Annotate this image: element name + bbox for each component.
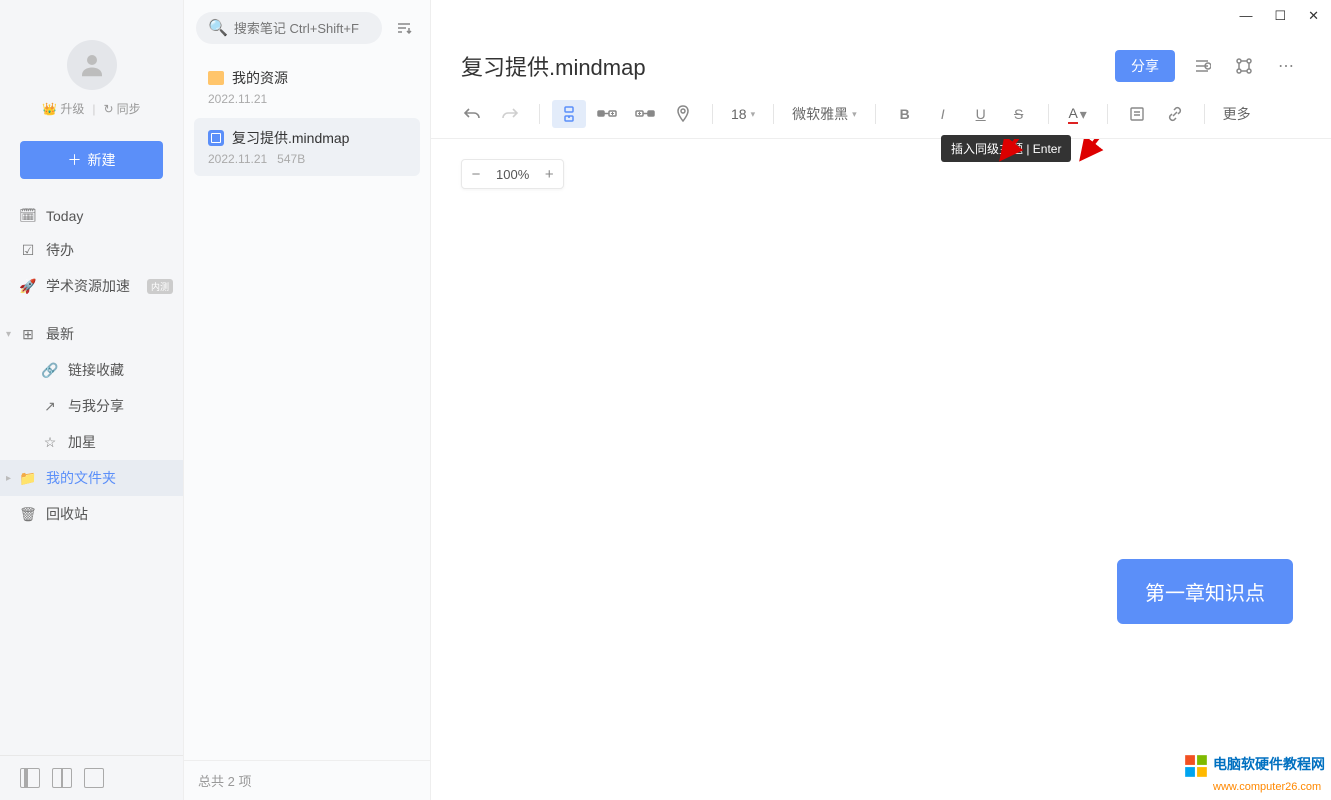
- note-button[interactable]: [1120, 100, 1154, 128]
- nav-starred[interactable]: ☆加星: [0, 424, 183, 460]
- undo-button[interactable]: [455, 100, 489, 128]
- nav-my-folder[interactable]: ▸📁我的文件夹: [0, 460, 183, 496]
- file-count: 总共 2 项: [184, 760, 430, 800]
- toolbar: 18▾ 微软雅黑▾ B I U S A▾ 更多 插入同级主题 | Enter: [431, 94, 1331, 139]
- annotation-arrow-2: [1071, 139, 1211, 169]
- main-area: — ☐ ✕ 复习提供.mindmap 分享 ⋯ 18▾ 微软雅黑▾ B I: [431, 0, 1331, 800]
- zoom-out-button[interactable]: −: [462, 160, 490, 188]
- zoom-level: 100%: [490, 167, 535, 182]
- layout-3-icon[interactable]: [84, 768, 104, 788]
- annotation-arrow-1: [991, 139, 1131, 169]
- trash-icon: 🗑: [20, 506, 36, 523]
- upgrade-link[interactable]: 👑 升级: [42, 100, 84, 117]
- search-icon: 🔍: [208, 18, 228, 38]
- nav-trash[interactable]: 🗑回收站: [0, 496, 183, 532]
- left-sidebar: 👑 升级 | ↻ 同步 ＋ 新建 🗓Today ☑待办 🚀学术资源加速内测 ▾⊞…: [0, 0, 184, 800]
- search-box[interactable]: 🔍: [196, 12, 382, 44]
- share-button[interactable]: 分享: [1115, 50, 1175, 82]
- folder-icon: [208, 71, 224, 85]
- file-item-mindmap[interactable]: 复习提供.mindmap 2022.11.21547B: [194, 118, 420, 176]
- calendar-icon: 🗓: [20, 207, 36, 224]
- nav-academic[interactable]: 🚀学术资源加速内测: [0, 268, 183, 304]
- nav-today[interactable]: 🗓Today: [0, 199, 183, 232]
- mindmap-icon: [208, 130, 224, 146]
- bold-button[interactable]: B: [888, 100, 922, 128]
- sort-button[interactable]: [390, 14, 418, 42]
- maximize-button[interactable]: ☐: [1274, 8, 1286, 24]
- close-button[interactable]: ✕: [1308, 8, 1319, 24]
- strike-button[interactable]: S: [1002, 100, 1036, 128]
- font-color-button[interactable]: A▾: [1061, 100, 1095, 128]
- marker-button[interactable]: [666, 100, 700, 128]
- sync-link[interactable]: ↻ 同步: [104, 100, 141, 117]
- insert-sibling-button[interactable]: [552, 100, 586, 128]
- file-list-panel: 🔍 我的资源 2022.11.21 复习提供.mindmap 2022.11.2…: [184, 0, 431, 800]
- link-icon: 🔗: [42, 362, 58, 379]
- file-item-folder[interactable]: 我的资源 2022.11.21: [194, 58, 420, 116]
- nav-links[interactable]: 🔗链接收藏: [0, 352, 183, 388]
- insert-parent-button[interactable]: [628, 100, 662, 128]
- plus-icon: ＋: [68, 150, 82, 170]
- chevron-down-icon: ▾: [6, 329, 11, 340]
- grid-icon: ⊞: [20, 326, 36, 343]
- outline-icon[interactable]: [1187, 51, 1217, 81]
- watermark-logo: [1183, 753, 1209, 779]
- star-icon: ☆: [42, 434, 58, 451]
- folder-icon: 📁: [20, 470, 36, 487]
- link-button[interactable]: [1158, 100, 1192, 128]
- search-input[interactable]: [234, 21, 370, 36]
- underline-button[interactable]: U: [964, 100, 998, 128]
- doc-title[interactable]: 复习提供.mindmap: [461, 50, 1103, 82]
- share-icon: ↗: [42, 398, 58, 415]
- nav-todo[interactable]: ☑待办: [0, 232, 183, 268]
- avatar[interactable]: [67, 40, 117, 90]
- mindmap-root-node[interactable]: 第一章知识点: [1117, 559, 1293, 624]
- rocket-icon: 🚀: [20, 278, 36, 295]
- layout-1-icon[interactable]: [20, 768, 40, 788]
- new-button[interactable]: ＋ 新建: [20, 141, 163, 179]
- more-icon[interactable]: ⋯: [1271, 51, 1301, 81]
- mindmap-canvas[interactable]: − 100% + 第一章知识点 知识点1 知识点2: [431, 139, 1331, 800]
- nav-shared[interactable]: ↗与我分享: [0, 388, 183, 424]
- more-button[interactable]: 更多: [1217, 104, 1257, 124]
- italic-button[interactable]: I: [926, 100, 960, 128]
- minimize-button[interactable]: —: [1239, 8, 1252, 24]
- badge: 内测: [147, 279, 173, 294]
- insert-child-button[interactable]: [590, 100, 624, 128]
- font-size-select[interactable]: 18▾: [725, 106, 761, 122]
- graph-icon[interactable]: [1229, 51, 1259, 81]
- nav-recent[interactable]: ▾⊞最新: [0, 316, 183, 352]
- chevron-right-icon: ▸: [6, 473, 11, 484]
- zoom-in-button[interactable]: +: [535, 160, 563, 188]
- layout-2-icon[interactable]: [52, 768, 72, 788]
- zoom-control: − 100% +: [461, 159, 564, 189]
- check-icon: ☑: [20, 242, 36, 259]
- watermark: 电脑软硬件教程网 www.computer26.com: [1183, 753, 1325, 794]
- redo-button[interactable]: [493, 100, 527, 128]
- font-family-select[interactable]: 微软雅黑▾: [786, 104, 863, 124]
